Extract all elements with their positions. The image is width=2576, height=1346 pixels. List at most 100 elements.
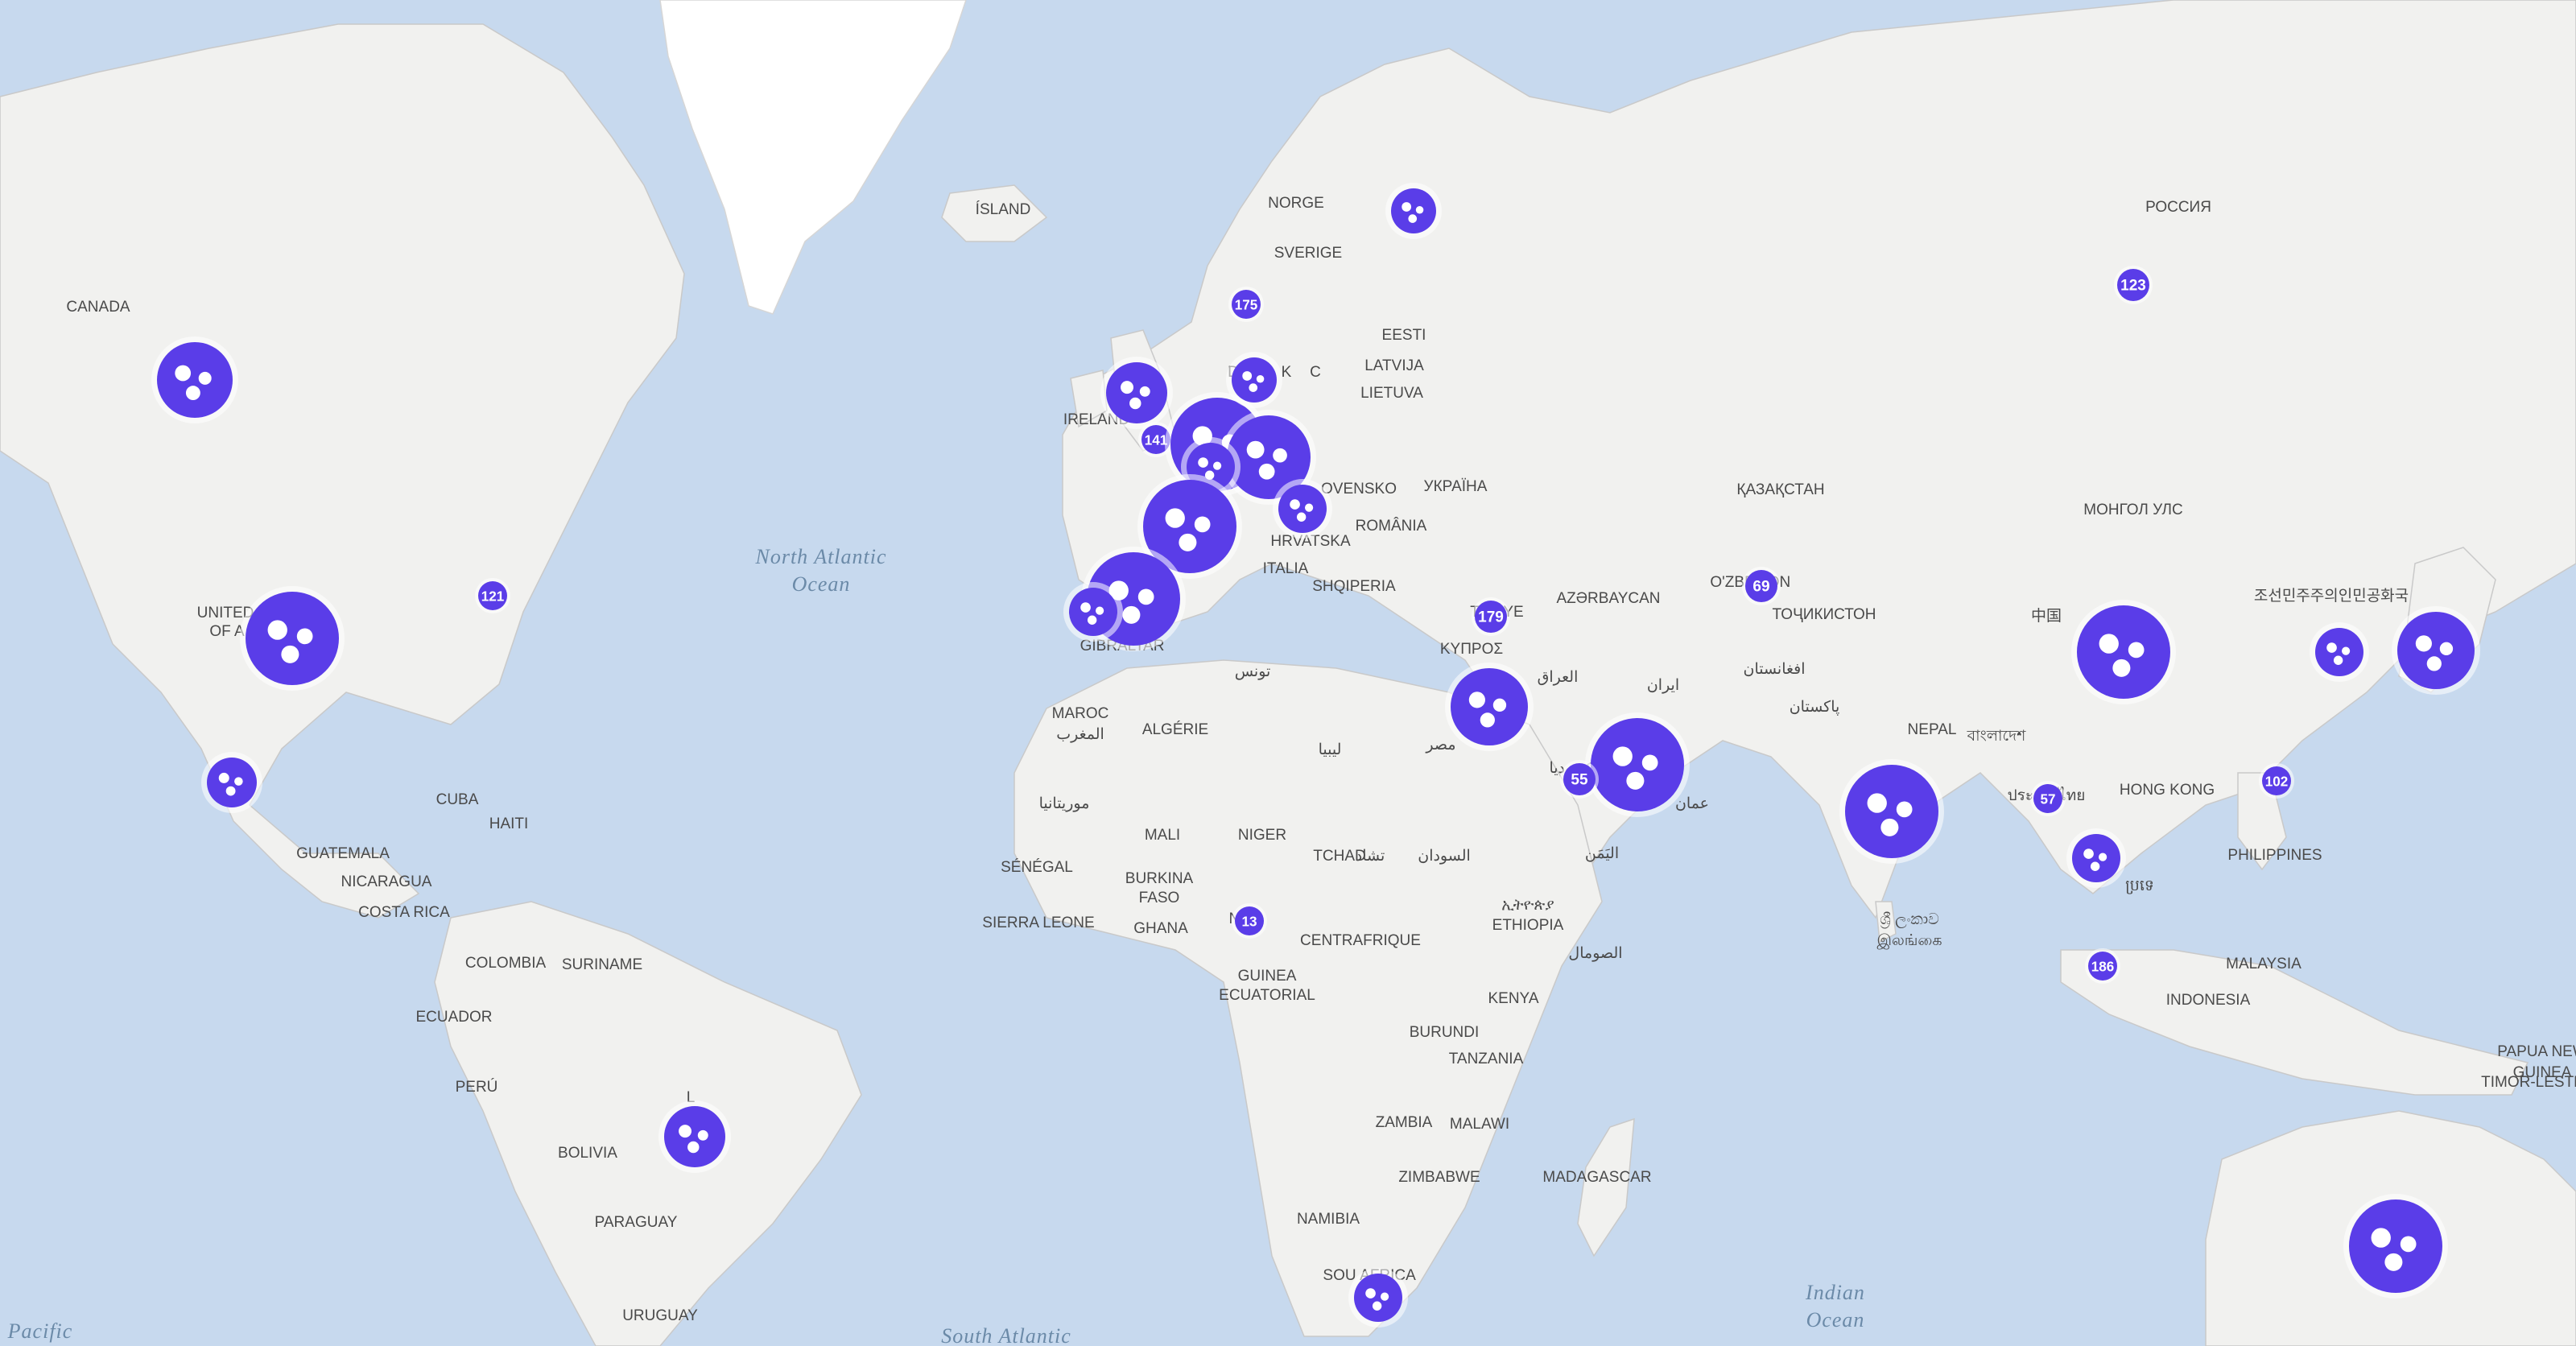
cluster-dot-icon: [1626, 771, 1645, 790]
place-label: ҚАЗАҚСТАН: [1736, 481, 1824, 498]
cluster-count-marker[interactable]: 13: [1232, 903, 1267, 939]
cluster-count-marker[interactable]: 57: [2030, 781, 2066, 816]
cluster-dot-icon: [225, 786, 236, 796]
place-label: ZIMBABWE: [1398, 1169, 1480, 1186]
place-label: SOU: [1323, 1267, 1356, 1284]
cluster-marker[interactable]: [658, 1100, 731, 1173]
cluster-circle: [1845, 765, 1938, 858]
cluster-dot-icon: [2384, 1253, 2403, 1271]
cluster-marker[interactable]: [1445, 663, 1534, 751]
cluster-marker[interactable]: [1100, 357, 1173, 429]
cluster-dot-icon: [1256, 374, 1265, 383]
cluster-marker[interactable]: [2071, 600, 2176, 704]
cluster-dot-icon: [281, 645, 299, 663]
place-label: SHQIPERIA: [1312, 578, 1396, 595]
cluster-count-marker[interactable]: 186: [2085, 948, 2120, 984]
cluster-marker[interactable]: [201, 752, 262, 813]
cluster-count: 55: [1571, 772, 1588, 789]
cluster-marker[interactable]: [1273, 479, 1332, 539]
place-label: GHANA: [1133, 920, 1188, 937]
cluster-circle: [1591, 718, 1684, 811]
place-label: URUGUAY: [622, 1307, 698, 1324]
place-label: GUINEA: [1238, 968, 1297, 985]
cluster-count: 102: [2265, 774, 2289, 790]
place-label: المغرب: [1056, 726, 1104, 743]
cluster-count-marker[interactable]: 69: [1742, 567, 1781, 605]
cluster-circle: [2077, 605, 2170, 699]
cluster-count-marker[interactable]: 121: [475, 578, 510, 613]
cluster-count-marker[interactable]: 179: [1472, 597, 1510, 636]
cluster-circle: [2072, 834, 2120, 882]
cluster-marker[interactable]: [2310, 622, 2369, 682]
cluster-dot-icon: [2083, 848, 2094, 859]
cluster-count-marker[interactable]: 55: [1560, 760, 1599, 799]
place-label: MALAWI: [1450, 1116, 1509, 1133]
place-label: C: [1310, 364, 1321, 381]
place-label: عمان: [1675, 795, 1709, 812]
place-label: INDONESIA: [2166, 992, 2251, 1009]
cluster-count: 179: [1478, 609, 1504, 626]
place-label: NICARAGUA: [341, 873, 432, 890]
place-label: BURUNDI: [1410, 1024, 1480, 1041]
cluster-dot-icon: [1365, 1288, 1376, 1299]
cluster-dot-icon: [1402, 202, 1412, 212]
cluster-circle: [1451, 668, 1528, 745]
place-label: ROMÂNIA: [1356, 517, 1427, 535]
place-label: MAROC: [1052, 705, 1109, 722]
cluster-count-marker[interactable]: 102: [2259, 763, 2294, 799]
cluster-marker[interactable]: [2343, 1194, 2448, 1299]
cluster-marker[interactable]: [1063, 582, 1123, 642]
cluster-marker[interactable]: [1585, 712, 1690, 817]
madagascar: [1577, 1117, 1635, 1257]
cluster-dot-icon: [1242, 371, 1253, 381]
place-label: PERÚ: [456, 1078, 498, 1096]
world-map[interactable]: North Atlantic Ocean South Atlantic Indi…: [0, 0, 2576, 1346]
cluster-marker[interactable]: [1348, 1268, 1408, 1327]
place-label: EESTI: [1382, 327, 1426, 344]
cluster-marker[interactable]: [2066, 828, 2126, 888]
cluster-dot-icon: [2099, 634, 2119, 654]
cluster-dot-icon: [267, 620, 287, 640]
cluster-circle: [1278, 485, 1327, 533]
place-label: FASO: [1139, 890, 1180, 906]
cluster-dot-icon: [1896, 801, 1913, 818]
place-label: NEPAL: [1908, 721, 1957, 738]
place-label: ශ්‍රී ලංකාව: [1880, 911, 1939, 928]
place-label: OF A: [209, 623, 245, 640]
cluster-marker[interactable]: [240, 586, 345, 691]
cluster-count-marker[interactable]: 175: [1228, 287, 1264, 322]
cluster-dot-icon: [1296, 512, 1307, 522]
place-label: ኢትዮጵያ: [1501, 897, 1554, 914]
place-label: BURKINA: [1125, 870, 1194, 887]
place-label: ÍSLAND: [976, 201, 1031, 218]
place-label: MADAGASCAR: [1542, 1169, 1651, 1186]
cluster-count: 123: [2120, 278, 2146, 295]
place-label: K: [1282, 364, 1292, 381]
cluster-dot-icon: [1080, 602, 1091, 613]
cluster-dot-icon: [1612, 746, 1633, 766]
place-label: PAPUA NEW: [2497, 1043, 2576, 1060]
place-label: تشاد: [1356, 848, 1385, 865]
place-label: اليَمَن: [1585, 845, 1619, 862]
cluster-dot-icon: [1246, 440, 1265, 459]
place-label: TANZANIA: [1449, 1051, 1524, 1067]
ocean-north-atlantic-line1: North Atlantic: [754, 545, 886, 568]
place-label: ایران: [1647, 677, 1679, 694]
place-label: NAMIBIA: [1297, 1211, 1360, 1228]
place-label: NORGE: [1268, 195, 1324, 212]
place-label: இலங்கை: [1876, 932, 1942, 949]
cluster-marker[interactable]: [1226, 352, 1282, 408]
cluster-dot-icon: [1179, 533, 1197, 551]
cluster-dot-icon: [2333, 655, 2343, 665]
cluster-marker[interactable]: [1839, 759, 1944, 864]
cluster-dot-icon: [2400, 1236, 2417, 1253]
cluster-dot-icon: [2090, 861, 2100, 871]
place-label: ECUADOR: [415, 1009, 492, 1026]
cluster-marker[interactable]: [151, 336, 238, 423]
cluster-dot-icon: [679, 1125, 692, 1138]
cluster-marker[interactable]: [1385, 183, 1442, 239]
cluster-count-marker[interactable]: 123: [2114, 266, 2153, 304]
cluster-marker[interactable]: [2392, 606, 2480, 695]
place-label: ETHIOPIA: [1492, 917, 1564, 934]
cluster-dot-icon: [1468, 692, 1485, 708]
